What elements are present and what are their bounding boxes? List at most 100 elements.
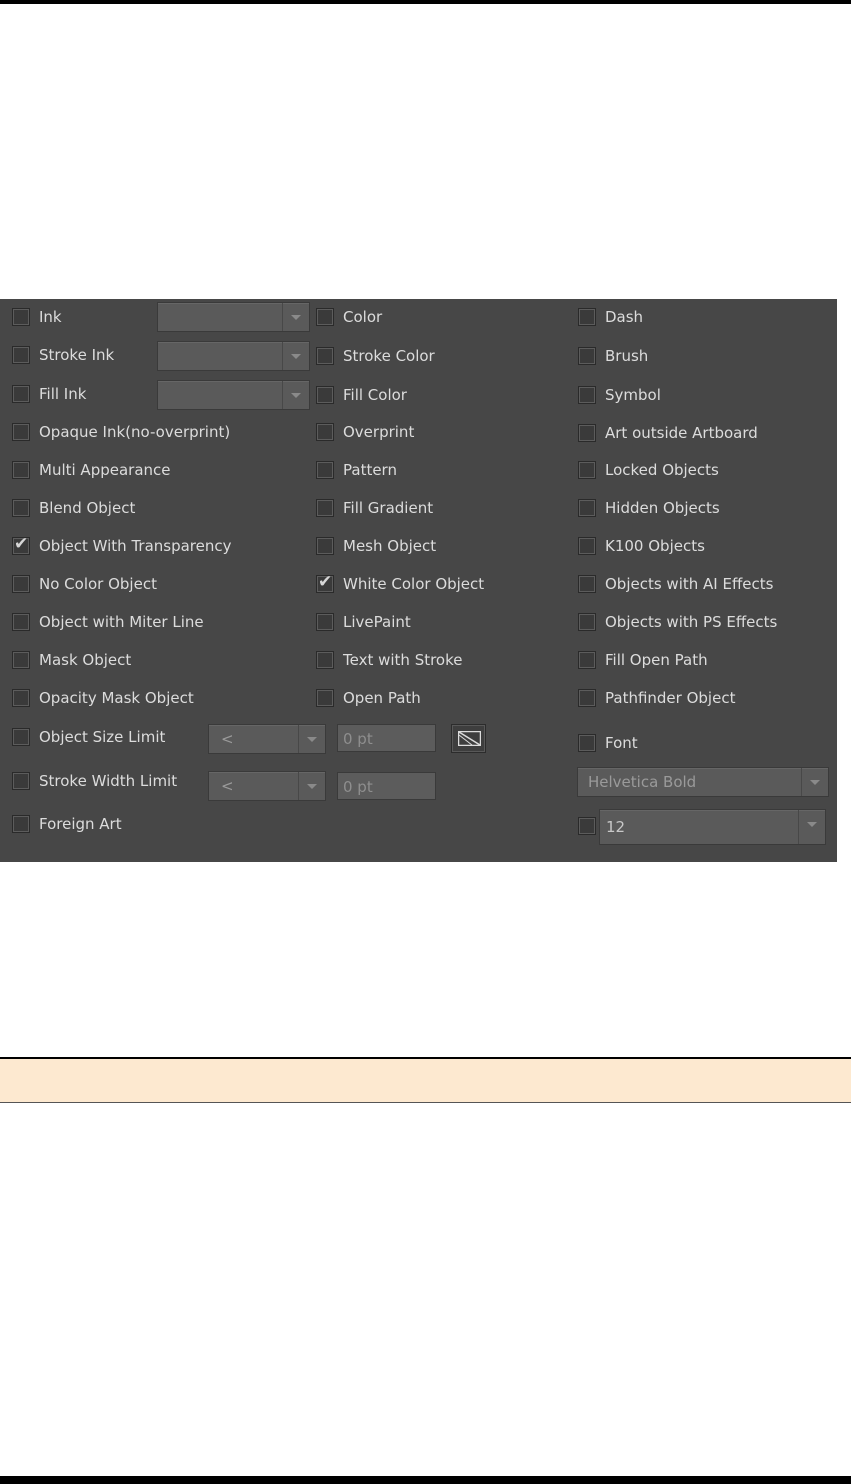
option-checkbox[interactable] <box>316 689 334 707</box>
option-checkbox[interactable] <box>12 651 30 669</box>
option-checkbox[interactable] <box>578 734 596 752</box>
option-label: Fill Gradient <box>343 499 434 517</box>
option-locked-objects[interactable]: Locked Objects <box>578 459 719 481</box>
option-checkbox[interactable] <box>578 308 596 326</box>
chevron-down-icon <box>298 725 325 753</box>
option-checkbox[interactable] <box>12 499 30 517</box>
option-checkbox[interactable] <box>12 575 30 593</box>
option-dash[interactable]: Dash <box>578 306 643 328</box>
stroke-limit-input[interactable]: 0 pt <box>337 772 436 800</box>
option-label: Fill Color <box>343 386 407 404</box>
option-white-color-object[interactable]: ✔ White Color Object <box>316 572 484 595</box>
option-label: Pathfinder Object <box>605 689 736 707</box>
option-k100-objects[interactable]: K100 Objects <box>578 535 705 557</box>
option-checkbox[interactable] <box>578 347 596 365</box>
option-checkbox[interactable]: ✔ <box>12 534 30 555</box>
option-checkbox[interactable] <box>578 537 596 555</box>
option-objects-with-ai-effects[interactable]: Objects with AI Effects <box>578 573 773 595</box>
option-checkbox[interactable] <box>316 423 334 441</box>
option-stroke-color[interactable]: Stroke Color <box>316 345 435 367</box>
option-checkbox[interactable] <box>316 499 334 517</box>
option-label: Object With Transparency <box>39 537 232 555</box>
option-checkbox[interactable] <box>316 347 334 365</box>
option-checkbox[interactable] <box>316 461 334 479</box>
option-checkbox[interactable] <box>12 308 30 326</box>
chevron-down-icon <box>801 768 828 796</box>
stroke-limit-operator-dropdown[interactable]: < <box>208 771 326 801</box>
option-checkbox[interactable] <box>578 424 596 442</box>
option-pattern[interactable]: Pattern <box>316 459 397 481</box>
font-size-checkbox[interactable] <box>578 817 596 835</box>
option-checkbox[interactable] <box>316 308 334 326</box>
stroke-ink-dropdown[interactable] <box>157 341 310 371</box>
option-checkbox[interactable] <box>578 499 596 517</box>
option-label: LivePaint <box>343 613 411 631</box>
font-size-dropdown[interactable]: 12 <box>599 809 826 845</box>
ink-dropdown[interactable] <box>157 302 310 332</box>
option-fill-open-path[interactable]: Fill Open Path <box>578 649 708 671</box>
option-objects-with-ps-effects[interactable]: Objects with PS Effects <box>578 611 777 633</box>
option-pathfinder-object[interactable]: Pathfinder Object <box>578 687 735 709</box>
option-open-path[interactable]: Open Path <box>316 687 421 709</box>
font-name-dropdown[interactable]: Helvetica Bold <box>577 767 829 797</box>
option-color[interactable]: Color <box>316 306 382 328</box>
option-mask-object[interactable]: Mask Object <box>12 649 131 671</box>
option-fill-ink[interactable]: Fill Ink <box>12 383 86 405</box>
option-checkbox[interactable]: ✔ <box>316 572 334 593</box>
option-label: Blend Object <box>39 499 136 517</box>
option-checkbox[interactable] <box>12 772 30 790</box>
option-text-with-stroke[interactable]: Text with Stroke <box>316 649 463 671</box>
option-art-outside-artboard[interactable]: Art outside Artboard <box>578 422 758 444</box>
option-stroke-ink[interactable]: Stroke Ink <box>12 344 114 366</box>
option-symbol[interactable]: Symbol <box>578 384 661 406</box>
option-checkbox[interactable] <box>578 651 596 669</box>
option-checkbox[interactable] <box>12 385 30 403</box>
option-checkbox[interactable] <box>316 386 334 404</box>
option-checkbox[interactable] <box>12 689 30 707</box>
option-font[interactable]: Font <box>578 732 638 754</box>
option-ink[interactable]: Ink <box>12 306 62 328</box>
option-checkbox[interactable] <box>316 537 334 555</box>
option-object-size-limit[interactable]: Object Size Limit <box>12 726 165 748</box>
option-object-with-miter-line[interactable]: Object with Miter Line <box>12 611 204 633</box>
option-opacity-mask-object[interactable]: Opacity Mask Object <box>12 687 194 709</box>
option-checkbox[interactable] <box>12 613 30 631</box>
bottom-rule <box>0 1476 851 1484</box>
size-limit-operator-dropdown[interactable]: < <box>208 724 326 754</box>
option-stroke-width-limit[interactable]: Stroke Width Limit <box>12 770 177 792</box>
option-checkbox[interactable] <box>578 575 596 593</box>
option-checkbox[interactable] <box>578 613 596 631</box>
option-checkbox[interactable] <box>12 423 30 441</box>
size-limit-toggle-button[interactable] <box>451 724 486 753</box>
chevron-down-icon <box>282 381 309 409</box>
option-fill-gradient[interactable]: Fill Gradient <box>316 497 433 519</box>
option-blend-object[interactable]: Blend Object <box>12 497 135 519</box>
option-multi-appearance[interactable]: Multi Appearance <box>12 459 171 481</box>
chevron-down-icon <box>298 772 325 800</box>
option-checkbox[interactable] <box>12 346 30 364</box>
option-overprint[interactable]: Overprint <box>316 421 414 443</box>
fill-ink-dropdown[interactable] <box>157 380 310 410</box>
option-checkbox[interactable] <box>578 386 596 404</box>
option-label: K100 Objects <box>605 537 705 555</box>
option-opaque-ink-no-overprint[interactable]: Opaque Ink(no-overprint) <box>12 421 230 443</box>
size-limit-input[interactable]: 0 pt <box>337 724 436 752</box>
option-livepaint[interactable]: LivePaint <box>316 611 411 633</box>
option-object-with-transparency[interactable]: ✔ Object With Transparency <box>12 534 232 557</box>
option-foreign-art[interactable]: Foreign Art <box>12 813 122 835</box>
option-checkbox[interactable] <box>578 461 596 479</box>
option-label: Fill Ink <box>39 385 87 403</box>
option-checkbox[interactable] <box>316 651 334 669</box>
option-fill-color[interactable]: Fill Color <box>316 384 407 406</box>
option-label: Mesh Object <box>343 537 437 555</box>
option-label: Color <box>343 308 383 326</box>
option-hidden-objects[interactable]: Hidden Objects <box>578 497 720 519</box>
option-checkbox[interactable] <box>578 689 596 707</box>
option-no-color-object[interactable]: No Color Object <box>12 573 157 595</box>
option-checkbox[interactable] <box>12 815 30 833</box>
option-mesh-object[interactable]: Mesh Object <box>316 535 436 557</box>
option-brush[interactable]: Brush <box>578 345 648 367</box>
option-checkbox[interactable] <box>316 613 334 631</box>
option-checkbox[interactable] <box>12 728 30 746</box>
option-checkbox[interactable] <box>12 461 30 479</box>
